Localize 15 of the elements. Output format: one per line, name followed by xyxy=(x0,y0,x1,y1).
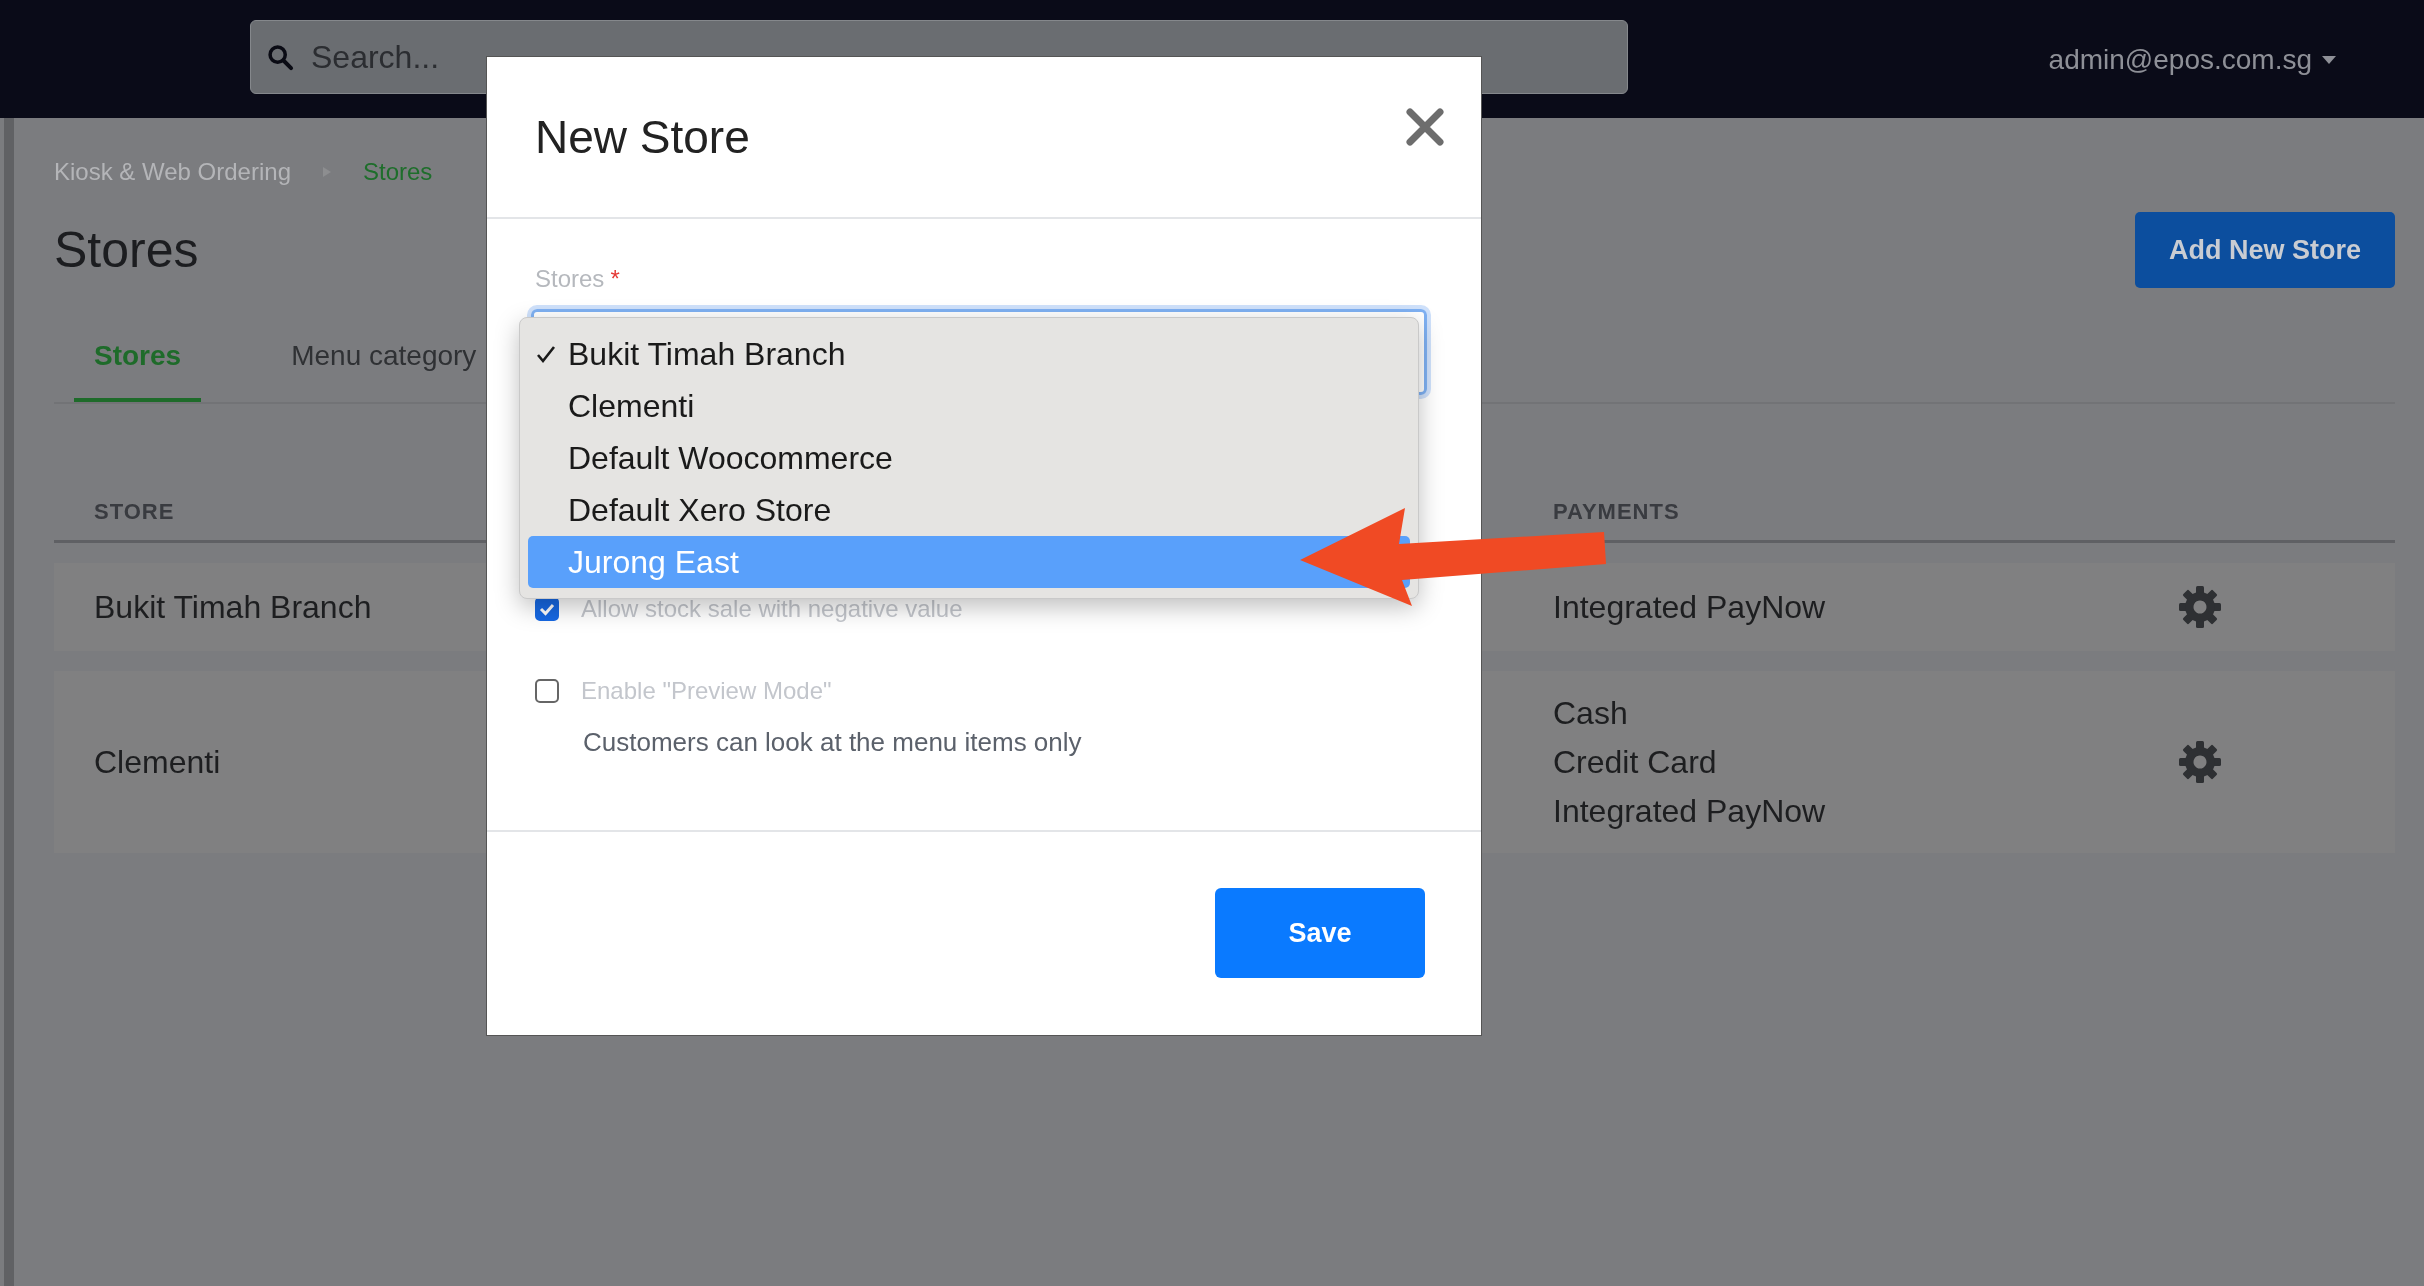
payment-method: Cash xyxy=(1553,694,1629,732)
page-title: Stores xyxy=(54,221,199,279)
store-cell: Bukit Timah Branch xyxy=(94,588,372,626)
required-mark: * xyxy=(610,265,620,293)
store-cell: Clementi xyxy=(94,743,221,781)
payment-method: Credit Card xyxy=(1553,743,1718,781)
payment-method: Integrated PayNow xyxy=(1553,588,1826,626)
payment-method: Integrated PayNow xyxy=(1553,792,1826,830)
checkbox-label: Enable "Preview Mode" xyxy=(581,677,832,705)
column-header: STORE xyxy=(94,499,175,525)
checkbox-label: Allow stock sale with negative value xyxy=(581,595,963,623)
hint-text: Customers can look at the menu items only xyxy=(583,727,1083,758)
field-label: Stores xyxy=(535,265,605,293)
column-header: PAYMENTS xyxy=(1553,499,1680,525)
dialog-title: New Store xyxy=(535,110,750,164)
